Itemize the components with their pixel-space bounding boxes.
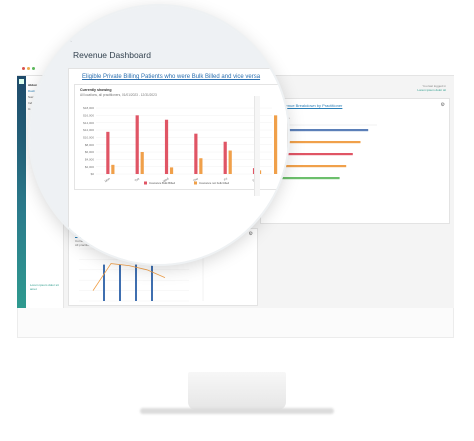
y-tick-label: $0 xyxy=(91,172,95,176)
monitor-bezel xyxy=(17,308,454,338)
bar xyxy=(135,264,137,301)
bar-insurance-not-bulk-billed xyxy=(199,158,203,174)
y-tick-label: $10,000 xyxy=(83,136,94,140)
bar-insurance-not-bulk-billed xyxy=(228,150,232,174)
app-logo-icon[interactable] xyxy=(19,79,24,84)
currently-showing-label: Currently showing xyxy=(80,88,112,92)
bar-insurance-bulk-billed xyxy=(223,141,227,174)
horizontal-bar-chart xyxy=(267,124,377,180)
y-tick-label: $8,000 xyxy=(85,143,95,147)
magnifier-lens: ‹ Revenue Dashboard Eligible Private Bil… xyxy=(30,6,288,264)
y-tick-label: $2,000 xyxy=(85,165,95,169)
bar-insurance-not-bulk-billed xyxy=(140,152,144,174)
bar xyxy=(151,264,153,301)
bar-insurance-bulk-billed xyxy=(106,131,110,174)
bar-insurance-bulk-billed xyxy=(135,115,139,174)
x-tick-label: Tue xyxy=(134,176,141,182)
page-title: Revenue Dashboard xyxy=(73,50,151,60)
last-login-info: You last logged in Lorem ipsum dolor sit xyxy=(417,84,446,92)
legend-label: Insurance not bulk billed xyxy=(199,181,230,185)
panel-divider xyxy=(254,96,260,196)
monitor-stand xyxy=(188,372,286,410)
bar xyxy=(103,264,105,301)
chevron-left-icon[interactable]: ‹ xyxy=(70,38,72,44)
bar-insurance-not-bulk-billed xyxy=(111,164,115,174)
bar-insurance-bulk-billed xyxy=(164,119,169,174)
monitor-base xyxy=(140,408,334,414)
legend-swatch xyxy=(144,181,147,185)
last-login-link[interactable]: Lorem ipsum dolor sit xyxy=(417,88,446,92)
legend-swatch xyxy=(194,181,197,185)
x-tick-label: Mon xyxy=(104,176,111,183)
filter-summary: All locations, all practitioners, 01/01/… xyxy=(80,93,157,97)
close-window-icon[interactable] xyxy=(22,67,25,70)
product-mockup: Abbot Dash Sum Ind Cal Lorem ipsum dolor… xyxy=(0,0,474,441)
y-tick-label: $6,000 xyxy=(85,150,95,154)
y-tick-label: $4,000 xyxy=(85,158,95,162)
practitioner-revenue-card: Gain Revenue Breakdown by Practitioner ⚙… xyxy=(260,98,450,224)
eligible-billing-link[interactable]: Eligible Private Billing Patients who we… xyxy=(82,74,260,80)
y-tick-label: $12,000 xyxy=(83,128,94,132)
bar-extra xyxy=(274,115,278,174)
y-tick-label: $14,000 xyxy=(83,121,94,125)
sidebar-footer-text[interactable]: Lorem ipsum dolor sit amet xyxy=(28,282,62,292)
bar-insurance-not-bulk-billed xyxy=(169,167,174,174)
app-sidebar xyxy=(17,76,26,308)
y-tick-label: $18,000 xyxy=(83,106,94,110)
bar xyxy=(119,264,121,301)
y-tick-label: $16,000 xyxy=(83,114,94,118)
page-header xyxy=(30,34,288,70)
legend-label: Insurance Bulk Billed xyxy=(149,181,176,185)
bar-insurance-bulk-billed xyxy=(194,133,198,174)
